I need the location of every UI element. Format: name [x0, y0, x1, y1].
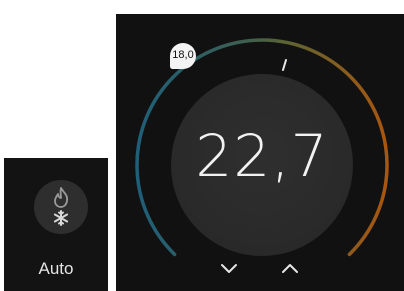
thermostat-panel: 22,7 18,0: [116, 14, 404, 291]
chevron-up-icon: [282, 264, 298, 273]
decrease-temperature-button[interactable]: [214, 258, 244, 282]
setpoint-value: 18,0: [172, 49, 194, 61]
mode-label: Auto: [38, 259, 74, 278]
mode-button[interactable]: [34, 180, 88, 234]
current-temperature: 22,7: [195, 122, 329, 190]
current-temperature-tick: [282, 59, 287, 71]
setpoint-handle[interactable]: 18,0: [168, 42, 198, 70]
mode-tile: Auto: [4, 158, 108, 291]
increase-temperature-button[interactable]: [275, 258, 305, 282]
flame-icon: [54, 187, 69, 208]
chevron-down-icon: [221, 264, 237, 273]
snowflake-icon: [53, 210, 69, 226]
